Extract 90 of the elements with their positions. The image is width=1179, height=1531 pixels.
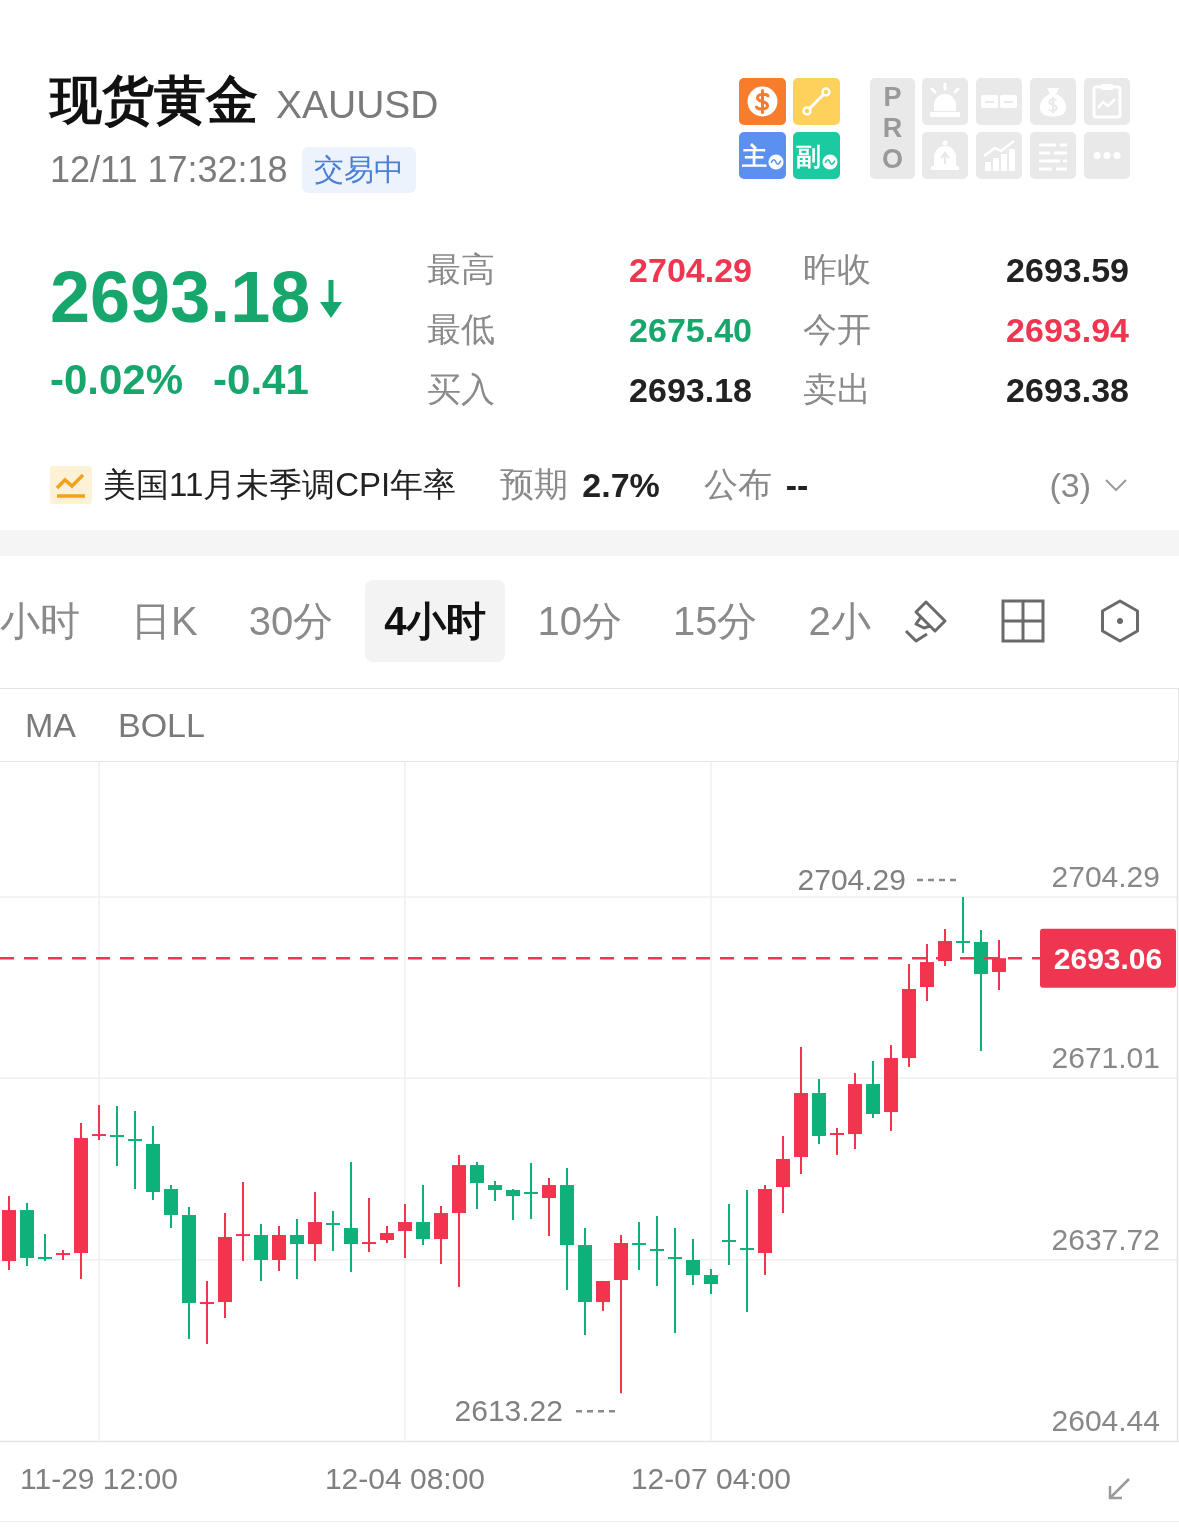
- candlestick: [398, 1203, 412, 1260]
- candlestick: [704, 1268, 718, 1295]
- stat-value: 2704.29: [628, 250, 752, 290]
- stat-label: 最低: [427, 309, 496, 350]
- candlestick: [524, 1162, 538, 1221]
- axis-label: 2671.01: [1051, 1041, 1160, 1075]
- expand-button[interactable]: (3): [1049, 465, 1127, 505]
- candlestick: [938, 928, 952, 968]
- indicator-tab[interactable]: MA: [25, 705, 76, 745]
- stat-label: 卖出: [802, 369, 872, 410]
- pen-icon[interactable]: [903, 598, 949, 644]
- dollar-icon[interactable]: [739, 78, 786, 125]
- stat-label: 昨收: [802, 249, 872, 290]
- period-tab[interactable]: 4小时: [365, 580, 506, 662]
- candlestick: [38, 1233, 52, 1263]
- candlestick: [164, 1184, 178, 1230]
- candlestick: [866, 1060, 880, 1120]
- axis-label: 2704.29: [1051, 860, 1160, 893]
- candlestick: [992, 939, 1006, 991]
- candlestick: [830, 1127, 844, 1157]
- chart-mode-button[interactable]: 主: [739, 132, 786, 179]
- actual-label: 公布: [703, 464, 772, 505]
- forecast-value: 2.7%: [582, 465, 660, 505]
- candlestick: [110, 1105, 124, 1168]
- diagonal-arrow-icon[interactable]: [1108, 1477, 1131, 1500]
- indicator-tab[interactable]: BOLL: [118, 705, 205, 745]
- candlestick: [596, 1280, 610, 1312]
- period-tab[interactable]: 2小: [789, 580, 890, 662]
- high-price-label: 2704.29: [797, 863, 906, 896]
- event-title: 美国11月未季调CPI年率: [103, 464, 457, 505]
- instrument-name: 现货黄金: [50, 70, 258, 130]
- candlestick: [200, 1280, 214, 1345]
- time-label: 11-29 12:00: [20, 1462, 178, 1495]
- grid-icon[interactable]: [1000, 598, 1046, 644]
- time-label: 12-07 04:00: [630, 1462, 792, 1495]
- forecast-label: 预期: [500, 464, 569, 505]
- stat-label: 今开: [802, 309, 872, 350]
- stat-value: 2693.94: [1005, 310, 1129, 350]
- line-chart-icon: [50, 466, 92, 504]
- period-tab[interactable]: 10分: [518, 580, 641, 662]
- status-badge: 交易中: [301, 147, 416, 193]
- change-amount: -0.41: [213, 356, 309, 404]
- candlestick: [542, 1177, 556, 1238]
- candlestick: [326, 1210, 340, 1252]
- period-tab[interactable]: 日K: [112, 580, 217, 662]
- candlestick: [488, 1180, 502, 1202]
- candlestick: [920, 943, 934, 1002]
- candlestick: [290, 1218, 304, 1281]
- candlestick: [362, 1197, 376, 1253]
- candlestick: [812, 1078, 826, 1145]
- wave-icon: [767, 154, 784, 170]
- period-tab[interactable]: 15分: [653, 580, 777, 662]
- candlestick: [416, 1184, 430, 1247]
- chart-mode-button[interactable]: 副: [793, 132, 840, 179]
- candlestick: [632, 1221, 646, 1272]
- quote-time: 12/11 17:32:18: [50, 149, 288, 191]
- candlestick: [506, 1188, 520, 1221]
- candlestick: [686, 1238, 700, 1286]
- candlestick: [20, 1202, 34, 1267]
- candlestick: [434, 1205, 448, 1266]
- stat-label: 买入: [427, 369, 496, 410]
- period-tab[interactable]: 小时: [0, 580, 99, 662]
- candlestick: [92, 1104, 106, 1142]
- stat-value: 2675.40: [628, 310, 752, 350]
- pro-label: PRO: [870, 78, 915, 179]
- last-price-tag: 2693.06: [1040, 928, 1176, 988]
- change-percent: -0.02%: [50, 356, 184, 404]
- symbol-code: XAUUSD: [276, 82, 439, 128]
- low-price-label: 2613.22: [454, 1394, 563, 1428]
- candlestick: [272, 1225, 286, 1272]
- candlestick: [254, 1223, 268, 1283]
- axis-label: 2604.44: [1051, 1404, 1160, 1437]
- stat-label: 最高: [427, 249, 496, 290]
- period-tab[interactable]: 30分: [229, 580, 353, 662]
- candlestick: [956, 896, 970, 954]
- stat-value: 2693.38: [1005, 370, 1129, 410]
- candlestick: [722, 1203, 736, 1267]
- ref-line-label: 2693.06: [1053, 942, 1163, 976]
- actual-value: --: [785, 465, 809, 505]
- axis-label: 2637.72: [1051, 1222, 1160, 1256]
- wave-icon: [821, 154, 838, 170]
- stat-value: 2693.18: [628, 370, 752, 410]
- line-segment-icon[interactable]: [793, 78, 840, 125]
- stat-value: 2693.59: [1005, 250, 1129, 290]
- candlestick: [380, 1225, 394, 1244]
- candlestick: [308, 1191, 322, 1263]
- last-price: 2693.18: [50, 257, 311, 337]
- candlestick: [56, 1249, 70, 1261]
- candlestick: [470, 1161, 484, 1210]
- time-label: 12-04 08:00: [324, 1462, 486, 1495]
